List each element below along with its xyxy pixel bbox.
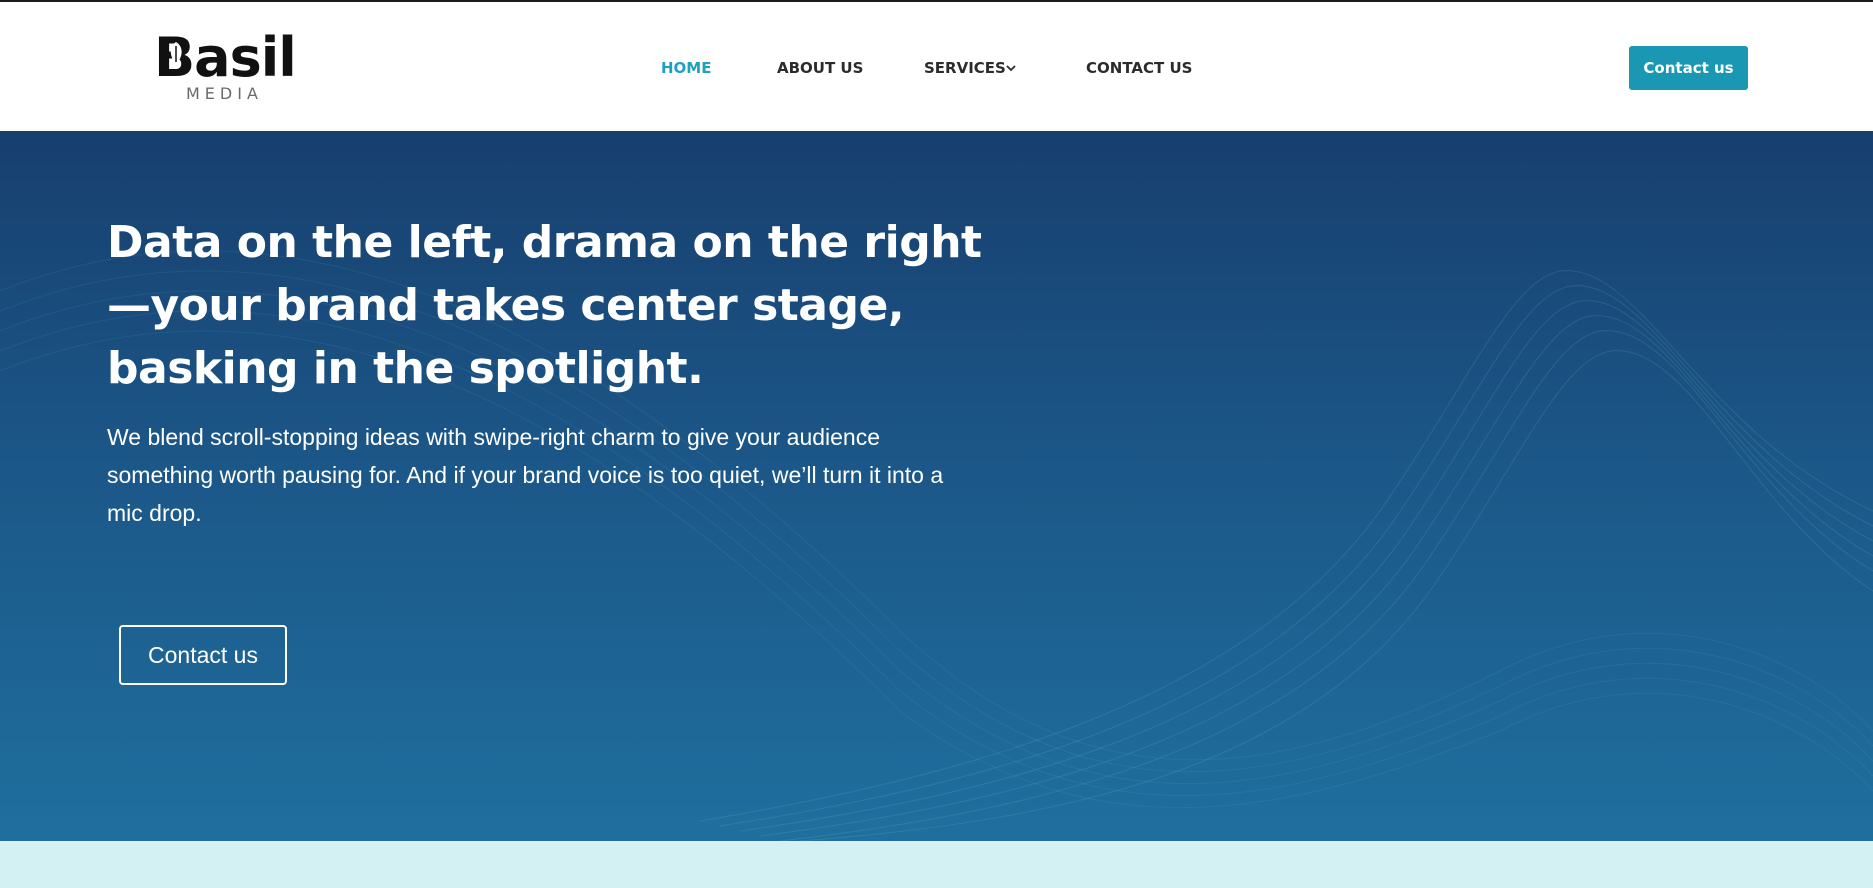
hero-contact-button[interactable]: Contact us [119, 625, 287, 685]
chevron-down-icon[interactable] [1005, 62, 1017, 74]
hero-section: Data on the left, drama on the right—you… [0, 131, 1873, 841]
nav-item-home[interactable]: HOME [661, 56, 711, 80]
hero-title: Data on the left, drama on the right—you… [107, 217, 982, 394]
header-contact-button[interactable]: Contact us [1629, 46, 1748, 90]
nav-item-services[interactable]: SERVICES [924, 56, 1006, 80]
leaf-icon [170, 42, 182, 64]
next-section-band [0, 841, 1873, 888]
logo[interactable]: Basil MEDIA [154, 28, 297, 106]
nav-item-about-us[interactable]: ABOUT US [777, 56, 863, 80]
hero-description: We blend scroll-stopping ideas with swip… [107, 424, 944, 526]
nav-item-contact-us[interactable]: CONTACT US [1086, 56, 1192, 80]
logo-subtitle: MEDIA [186, 84, 263, 103]
site-header: Basil MEDIA HOME ABOUT US SERVICES CONTA… [0, 2, 1873, 131]
